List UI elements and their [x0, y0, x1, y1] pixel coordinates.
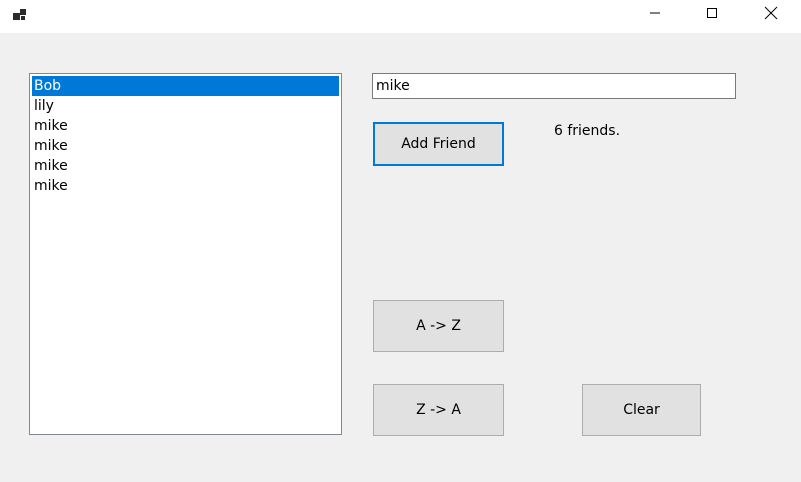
sort-z-to-a-button[interactable]: Z -> A [373, 384, 504, 436]
add-friend-button[interactable]: Add Friend [373, 122, 504, 166]
maximize-icon [706, 7, 718, 23]
friend-name-input[interactable] [372, 73, 736, 99]
maximize-button[interactable] [689, 0, 735, 30]
friend-count-label: 6 friends. [554, 123, 621, 139]
list-item[interactable]: mike [32, 116, 339, 136]
clear-button[interactable]: Clear [582, 384, 701, 436]
list-item[interactable]: Bob [32, 76, 339, 96]
title-bar [0, 0, 801, 33]
sort-a-to-z-button[interactable]: A -> Z [373, 300, 504, 352]
minimize-icon [649, 7, 661, 23]
app-icon [12, 7, 28, 23]
list-item[interactable]: mike [32, 176, 339, 196]
close-button[interactable] [748, 0, 794, 30]
list-item[interactable]: lily [32, 96, 339, 116]
list-item[interactable]: mike [32, 136, 339, 156]
minimize-button[interactable] [632, 0, 678, 30]
list-item[interactable]: mike [32, 156, 339, 176]
friends-listbox[interactable]: Bob lily mike mike mike mike [29, 73, 342, 435]
close-icon [764, 6, 778, 24]
